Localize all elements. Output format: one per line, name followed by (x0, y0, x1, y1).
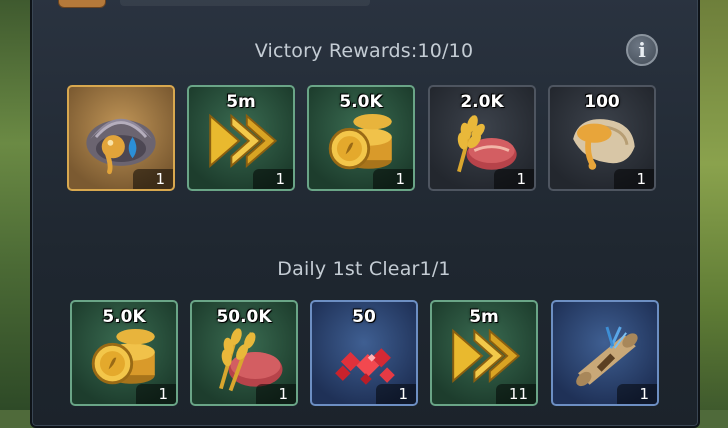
reward-count: 1 (133, 169, 173, 189)
reward-count: 1 (494, 169, 534, 189)
reward-item-gold-coins[interactable]: 5.0K 1 (307, 85, 415, 191)
info-button[interactable]: i (626, 34, 658, 66)
reward-count: 1 (376, 384, 416, 404)
reward-amount: 50 (352, 307, 376, 327)
reward-count: 1 (253, 169, 293, 189)
reward-amount: 5m (469, 307, 499, 327)
info-icon: i (638, 38, 646, 62)
reward-count: 1 (614, 169, 654, 189)
reward-count: 11 (496, 384, 536, 404)
reward-item-food[interactable]: 50.0K 1 (190, 300, 298, 406)
reward-count: 1 (617, 384, 657, 404)
reward-count: 1 (256, 384, 296, 404)
reward-item-gems[interactable]: 50 1 (310, 300, 418, 406)
reward-item-honey-horn[interactable]: 100 1 (548, 85, 656, 191)
reward-item-amber-shell[interactable]: 1 (67, 85, 175, 191)
reward-item-speedup[interactable]: 5m 1 (187, 85, 295, 191)
reward-item-gold-coins[interactable]: 5.0K 1 (70, 300, 178, 406)
daily-first-clear-title: Daily 1st Clear1/1 (277, 258, 451, 280)
reward-item-scroll[interactable]: 1 (551, 300, 659, 406)
reward-item-speedup[interactable]: 5m 11 (430, 300, 538, 406)
panel-tab-icon (58, 0, 106, 8)
reward-count: 1 (136, 384, 176, 404)
victory-rewards-title: Victory Rewards:10/10 (254, 40, 474, 62)
reward-item-food[interactable]: 2.0K 1 (428, 85, 536, 191)
reward-amount: 5m (226, 92, 256, 112)
reward-count: 1 (373, 169, 413, 189)
reward-amount: 5.0K (339, 92, 383, 112)
reward-amount: 100 (584, 92, 620, 112)
reward-amount: 2.0K (460, 92, 504, 112)
panel-header-strip (120, 0, 370, 6)
reward-amount: 5.0K (102, 307, 146, 327)
reward-amount: 50.0K (216, 307, 272, 327)
